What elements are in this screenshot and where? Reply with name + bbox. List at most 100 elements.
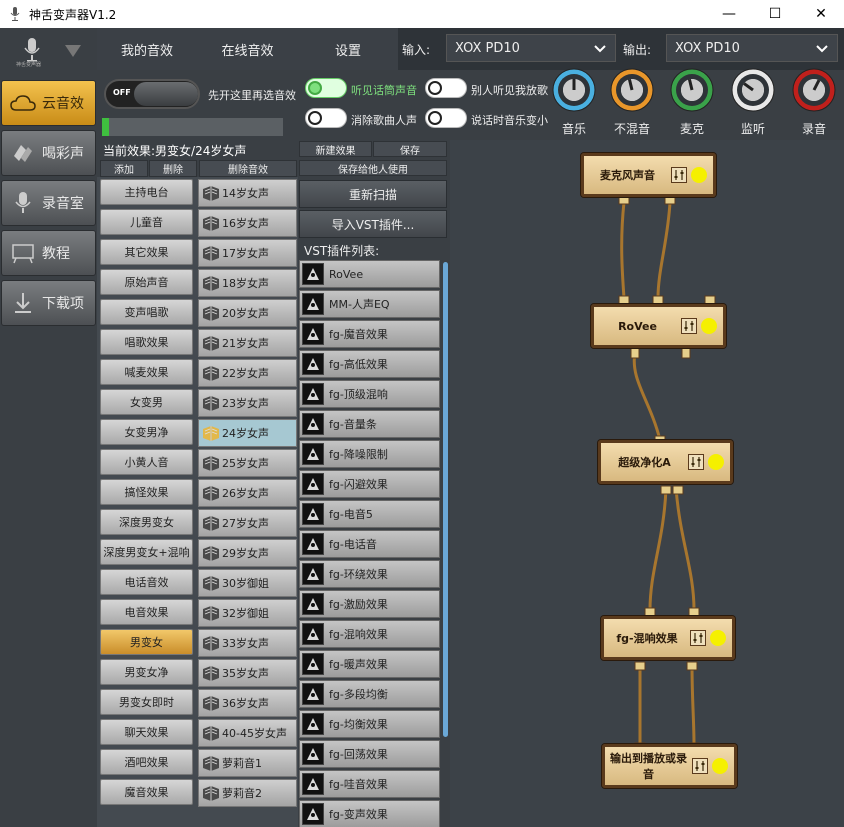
vst-scrollbar[interactable] <box>443 262 448 737</box>
settings-sliders-icon[interactable] <box>671 167 687 183</box>
vst-plugin-item[interactable]: fg-高低效果 <box>299 350 440 378</box>
preset-item[interactable]: 40-45岁女声 <box>198 719 297 747</box>
category-item[interactable]: 魔音效果 <box>100 779 193 805</box>
preset-item[interactable]: 20岁女声 <box>198 299 297 327</box>
tab-settings[interactable]: 设置 <box>298 28 398 70</box>
nav-recording-studio[interactable]: 录音室 <box>1 180 96 226</box>
preset-item[interactable]: 萝莉音2 <box>198 779 297 807</box>
dial-2[interactable]: 麦克 <box>668 66 716 136</box>
preset-item[interactable]: 30岁御姐 <box>198 569 297 597</box>
preset-item[interactable]: 14岁女声 <box>198 179 297 207</box>
effect-node[interactable]: RoVee <box>591 304 726 348</box>
dial-1[interactable]: 不混音 <box>608 66 656 136</box>
category-item[interactable]: 搞怪效果 <box>100 479 193 505</box>
vst-plugin-item[interactable]: fg-魔音效果 <box>299 320 440 348</box>
category-item[interactable]: 酒吧效果 <box>100 749 193 775</box>
category-item[interactable]: 电音效果 <box>100 599 193 625</box>
vst-plugin-item[interactable]: fg-暖声效果 <box>299 650 440 678</box>
effect-node[interactable]: 输出到播放或录音 <box>602 744 737 788</box>
category-item[interactable]: 男变女净 <box>100 659 193 685</box>
category-item[interactable]: 唱歌效果 <box>100 329 193 355</box>
preset-item[interactable]: 32岁御姐 <box>198 599 297 627</box>
category-item[interactable]: 男变女 <box>100 629 193 655</box>
category-item[interactable]: 男变女即时 <box>100 689 193 715</box>
effect-node[interactable]: 麦克风声音 <box>581 153 716 197</box>
vst-plugin-item[interactable]: fg-降噪限制 <box>299 440 440 468</box>
preset-item[interactable]: 16岁女声 <box>198 209 297 237</box>
preset-item[interactable]: 36岁女声 <box>198 689 297 717</box>
vst-plugin-item[interactable]: fg-变声效果 <box>299 800 440 827</box>
toggle-others-hear-music[interactable] <box>425 78 467 98</box>
category-item[interactable]: 深度男变女+混响 <box>100 539 193 565</box>
category-item[interactable]: 其它效果 <box>100 239 193 265</box>
vst-plugin-item[interactable]: fg-顶级混响 <box>299 380 440 408</box>
category-item[interactable]: 原始声音 <box>100 269 193 295</box>
toggle-remove-vocals[interactable] <box>305 108 347 128</box>
settings-sliders-icon[interactable] <box>681 318 697 334</box>
vst-plugin-item[interactable]: fg-回荡效果 <box>299 740 440 768</box>
power-switch[interactable]: OFF <box>104 79 200 109</box>
preset-item[interactable]: 26岁女声 <box>198 479 297 507</box>
preset-item[interactable]: 27岁女声 <box>198 509 297 537</box>
status-indicator[interactable] <box>701 318 717 334</box>
dial-4[interactable]: 录音 <box>790 66 838 136</box>
preset-item[interactable]: 17岁女声 <box>198 239 297 267</box>
dropdown-triangle-icon[interactable] <box>64 44 82 58</box>
category-item[interactable]: 喊麦效果 <box>100 359 193 385</box>
nav-downloads[interactable]: 下载项 <box>1 280 96 326</box>
nav-cheer-sounds[interactable]: 喝彩声 <box>1 130 96 176</box>
category-item[interactable]: 深度男变女 <box>100 509 193 535</box>
preset-item[interactable]: 35岁女声 <box>198 659 297 687</box>
nav-tutorial[interactable]: 教程 <box>1 230 96 276</box>
preset-item[interactable]: 22岁女声 <box>198 359 297 387</box>
category-item[interactable]: 聊天效果 <box>100 719 193 745</box>
category-item[interactable]: 女变男 <box>100 389 193 415</box>
vst-plugin-item[interactable]: MM-人声EQ <box>299 290 440 318</box>
tab-online-effects[interactable]: 在线音效 <box>197 28 298 70</box>
delete-effect-button[interactable]: 删除音效 <box>199 160 297 177</box>
vst-plugin-item[interactable]: fg-电音5 <box>299 500 440 528</box>
close-button[interactable]: ✕ <box>798 0 844 28</box>
vst-plugin-item[interactable]: fg-音量条 <box>299 410 440 438</box>
vst-plugin-item[interactable]: fg-哇音效果 <box>299 770 440 798</box>
vst-plugin-item[interactable]: fg-电话音 <box>299 530 440 558</box>
effect-node[interactable]: 超级净化A <box>598 440 733 484</box>
preset-item[interactable]: 萝莉音1 <box>198 749 297 777</box>
minimize-button[interactable]: — <box>706 0 752 28</box>
toggle-hear-mic[interactable] <box>305 78 347 98</box>
preset-item[interactable]: 23岁女声 <box>198 389 297 417</box>
status-indicator[interactable] <box>712 758 728 774</box>
toggle-duck-music[interactable] <box>425 108 467 128</box>
preset-item[interactable]: 25岁女声 <box>198 449 297 477</box>
category-item[interactable]: 女变男净 <box>100 419 193 445</box>
category-item[interactable]: 电话音效 <box>100 569 193 595</box>
save-button[interactable]: 保存 <box>373 141 447 157</box>
preset-item[interactable]: 29岁女声 <box>198 539 297 567</box>
preset-item[interactable]: 33岁女声 <box>198 629 297 657</box>
settings-sliders-icon[interactable] <box>688 454 704 470</box>
input-device-select[interactable]: XOX PD10 <box>446 34 616 62</box>
vst-plugin-item[interactable]: RoVee <box>299 260 440 288</box>
import-vst-button[interactable]: 导入VST插件... <box>299 210 447 238</box>
output-device-select[interactable]: XOX PD10 <box>666 34 838 62</box>
preset-item[interactable]: 18岁女声 <box>198 269 297 297</box>
vst-plugin-item[interactable]: fg-混响效果 <box>299 620 440 648</box>
vst-plugin-item[interactable]: fg-激励效果 <box>299 590 440 618</box>
status-indicator[interactable] <box>691 167 707 183</box>
status-indicator[interactable] <box>708 454 724 470</box>
category-item[interactable]: 变声唱歌 <box>100 299 193 325</box>
settings-sliders-icon[interactable] <box>692 758 708 774</box>
vst-plugin-item[interactable]: fg-均衡效果 <box>299 710 440 738</box>
tab-my-effects[interactable]: 我的音效 <box>97 28 197 70</box>
vst-plugin-item[interactable]: fg-多段均衡 <box>299 680 440 708</box>
vst-plugin-item[interactable]: fg-环绕效果 <box>299 560 440 588</box>
new-effect-button[interactable]: 新建效果 <box>299 141 372 157</box>
add-button[interactable]: 添加 <box>100 160 148 177</box>
delete-button[interactable]: 删除 <box>149 160 197 177</box>
preset-item[interactable]: 21岁女声 <box>198 329 297 357</box>
effect-node[interactable]: fg-混响效果 <box>601 616 735 660</box>
vst-plugin-item[interactable]: fg-闪避效果 <box>299 470 440 498</box>
maximize-button[interactable]: ☐ <box>752 0 798 28</box>
preset-item[interactable]: 24岁女声 <box>198 419 297 447</box>
status-indicator[interactable] <box>710 630 726 646</box>
